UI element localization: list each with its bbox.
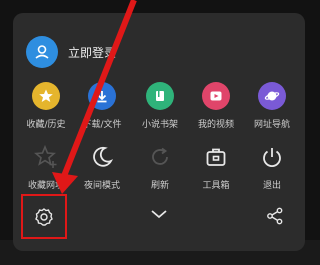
annotation-arrow-icon — [52, 0, 137, 194]
